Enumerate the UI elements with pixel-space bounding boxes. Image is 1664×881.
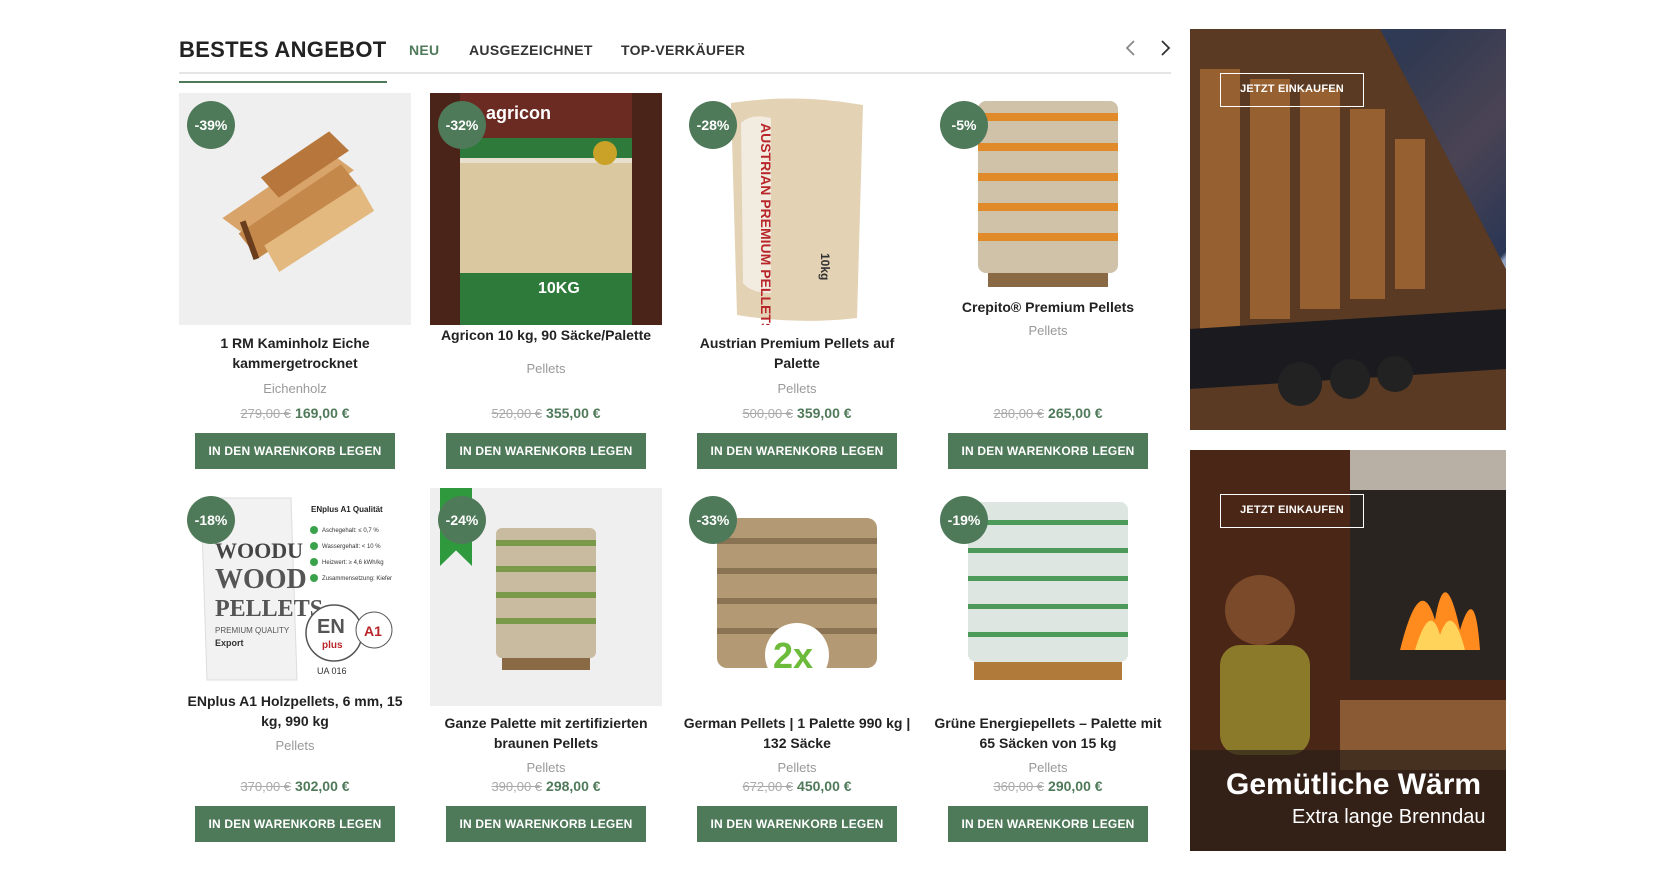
- add-to-cart-button[interactable]: IN DEN WARENKORB LEGEN: [195, 433, 395, 469]
- product-price: 390,00 €298,00 €: [430, 778, 662, 794]
- shop-now-button[interactable]: JETZT EINKAUFEN: [1220, 73, 1364, 107]
- product-card: 2x -33% German Pellets | 1 Palette 990 k…: [681, 488, 913, 868]
- product-price: 520,00 €355,00 €: [430, 405, 662, 421]
- product-card: -24% Ganze Palette mit zertifizierten br…: [430, 488, 662, 868]
- product-category[interactable]: Pellets: [932, 760, 1164, 775]
- product-title[interactable]: 1 RM Kaminholz Eiche kammergetrocknet: [179, 333, 411, 373]
- chevron-right-icon[interactable]: [1153, 36, 1177, 60]
- current-price: 302,00 €: [295, 778, 350, 794]
- product-category[interactable]: Pellets: [681, 760, 913, 775]
- product-title[interactable]: Austrian Premium Pellets auf Palette: [681, 333, 913, 373]
- product-price: 370,00 €302,00 €: [179, 778, 411, 794]
- banner-headline: Gemütliche Wärm: [1226, 768, 1482, 801]
- product-category[interactable]: Pellets: [681, 381, 913, 396]
- promo-banner-truck[interactable]: JETZT EINKAUFEN: [1190, 29, 1506, 430]
- product-category[interactable]: Pellets: [430, 760, 662, 775]
- discount-badge: -18%: [187, 496, 235, 544]
- product-price: 279,00 €169,00 €: [179, 405, 411, 421]
- product-title[interactable]: Crepito® Premium Pellets: [932, 297, 1164, 317]
- chevron-left-icon[interactable]: [1119, 36, 1143, 60]
- product-price: 672,00 €450,00 €: [681, 778, 913, 794]
- product-price: 360,00 €290,00 €: [932, 778, 1164, 794]
- current-price: 290,00 €: [1048, 778, 1103, 794]
- product-category[interactable]: Pellets: [430, 361, 662, 376]
- woodu-word-text: WOOD: [215, 564, 307, 595]
- product-card: WOODU WOOD PELLETS PREMIUM QUALITY Expor…: [179, 488, 411, 868]
- old-price: 390,00 €: [491, 779, 543, 794]
- old-price: 360,00 €: [993, 779, 1045, 794]
- old-price: 279,00 €: [240, 406, 292, 421]
- add-to-cart-button[interactable]: IN DEN WARENKORB LEGEN: [446, 433, 646, 469]
- discount-badge: -39%: [187, 101, 235, 149]
- agricon-brand-text: agricon: [486, 103, 551, 123]
- current-price: 298,00 €: [546, 778, 601, 794]
- product-title[interactable]: ENplus A1 Holzpellets, 6 mm, 15 kg, 990 …: [179, 691, 411, 731]
- woodu-export-text: Export: [215, 638, 244, 648]
- agricon-weight-text: 10KG: [538, 280, 580, 297]
- tab-top-verkaeufer[interactable]: TOP-VERKÄUFER: [621, 42, 745, 58]
- banner-subheadline: Extra lange Brenndau: [1292, 806, 1486, 828]
- product-category[interactable]: Pellets: [932, 323, 1164, 338]
- current-price: 359,00 €: [797, 405, 852, 421]
- current-price: 265,00 €: [1048, 405, 1103, 421]
- tab-ausgezeichnet[interactable]: AUSGEZEICHNET: [469, 42, 593, 58]
- austrian-label-text: AUSTRIAN PREMIUM PELLETS: [758, 123, 774, 325]
- tab-neu[interactable]: NEU: [409, 42, 439, 58]
- product-card: -5% Crepito® Premium Pellets Pellets 280…: [932, 93, 1164, 473]
- product-card: agricon 10KG -32% Agricon 10 kg, 90 Säck…: [430, 93, 662, 473]
- woodu-sub-text: PREMIUM QUALITY: [215, 626, 290, 635]
- add-to-cart-button[interactable]: IN DEN WARENKORB LEGEN: [697, 433, 897, 469]
- shop-now-button[interactable]: JETZT EINKAUFEN: [1220, 494, 1364, 528]
- product-title[interactable]: Ganze Palette mit zertifizierten braunen…: [430, 713, 662, 753]
- old-price: 500,00 €: [742, 406, 794, 421]
- enplus-code-text: UA 016: [317, 666, 347, 676]
- product-title[interactable]: Grüne Energiepellets – Palette mit 65 Sä…: [932, 713, 1164, 753]
- discount-badge: -28%: [689, 101, 737, 149]
- discount-badge: -32%: [438, 101, 486, 149]
- current-price: 450,00 €: [797, 778, 852, 794]
- product-card: -19% Grüne Energiepellets – Palette mit …: [932, 488, 1164, 868]
- section-title: BESTES ANGEBOT: [179, 37, 387, 83]
- old-price: 520,00 €: [491, 406, 543, 421]
- page: BESTES ANGEBOT NEU AUSGEZEICHNET TOP-VER…: [0, 0, 1664, 881]
- enplus-spec-text: Heizwert: ≥ 4,6 kWh/kg: [322, 560, 384, 566]
- product-price: 280,00 €265,00 €: [932, 405, 1164, 421]
- woodu-brand-text: WOODU: [215, 538, 303, 563]
- old-price: 370,00 €: [240, 779, 292, 794]
- product-tabs-header: BESTES ANGEBOT NEU AUSGEZEICHNET TOP-VER…: [179, 28, 1171, 83]
- enplus-logo-text: EN: [317, 616, 345, 638]
- woodu-pellets-text: PELLETS: [215, 596, 323, 622]
- enplus-plus-text: plus: [322, 640, 343, 651]
- discount-badge: -19%: [940, 496, 988, 544]
- discount-badge: -5%: [940, 101, 988, 149]
- product-category[interactable]: Pellets: [179, 738, 411, 753]
- add-to-cart-button[interactable]: IN DEN WARENKORB LEGEN: [195, 806, 395, 842]
- add-to-cart-button[interactable]: IN DEN WARENKORB LEGEN: [697, 806, 897, 842]
- german-2x-text: 2x: [773, 635, 813, 676]
- product-card: -39% 1 RM Kaminholz Eiche kammergetrockn…: [179, 93, 411, 473]
- add-to-cart-button[interactable]: IN DEN WARENKORB LEGEN: [948, 806, 1148, 842]
- enplus-heading-text: ENplus A1 Qualität: [311, 505, 383, 514]
- add-to-cart-button[interactable]: IN DEN WARENKORB LEGEN: [948, 433, 1148, 469]
- enplus-grade-text: A1: [364, 623, 382, 639]
- promo-banner-fireplace[interactable]: JETZT EINKAUFEN Gemütliche Wärm Extra la…: [1190, 450, 1506, 851]
- current-price: 355,00 €: [546, 405, 601, 421]
- product-card: AUSTRIAN PREMIUM PELLETS 10kg -28% Austr…: [681, 93, 913, 473]
- enplus-spec-text: Aschegehalt: ≤ 0,7 %: [322, 528, 379, 534]
- product-price: 500,00 €359,00 €: [681, 405, 913, 421]
- enplus-spec-text: Zusammensetzung: Kiefer: [322, 576, 392, 582]
- austrian-weight-text: 10kg: [818, 253, 832, 280]
- product-title[interactable]: Agricon 10 kg, 90 Säcke/Palette: [430, 325, 662, 345]
- add-to-cart-button[interactable]: IN DEN WARENKORB LEGEN: [446, 806, 646, 842]
- old-price: 672,00 €: [742, 779, 794, 794]
- current-price: 169,00 €: [295, 405, 350, 421]
- enplus-spec-text: Wassergehalt: < 10 %: [322, 544, 381, 550]
- product-category[interactable]: Eichenholz: [179, 381, 411, 396]
- discount-badge: -24%: [438, 496, 486, 544]
- old-price: 280,00 €: [993, 406, 1045, 421]
- product-title[interactable]: German Pellets | 1 Palette 990 kg | 132 …: [681, 713, 913, 753]
- discount-badge: -33%: [689, 496, 737, 544]
